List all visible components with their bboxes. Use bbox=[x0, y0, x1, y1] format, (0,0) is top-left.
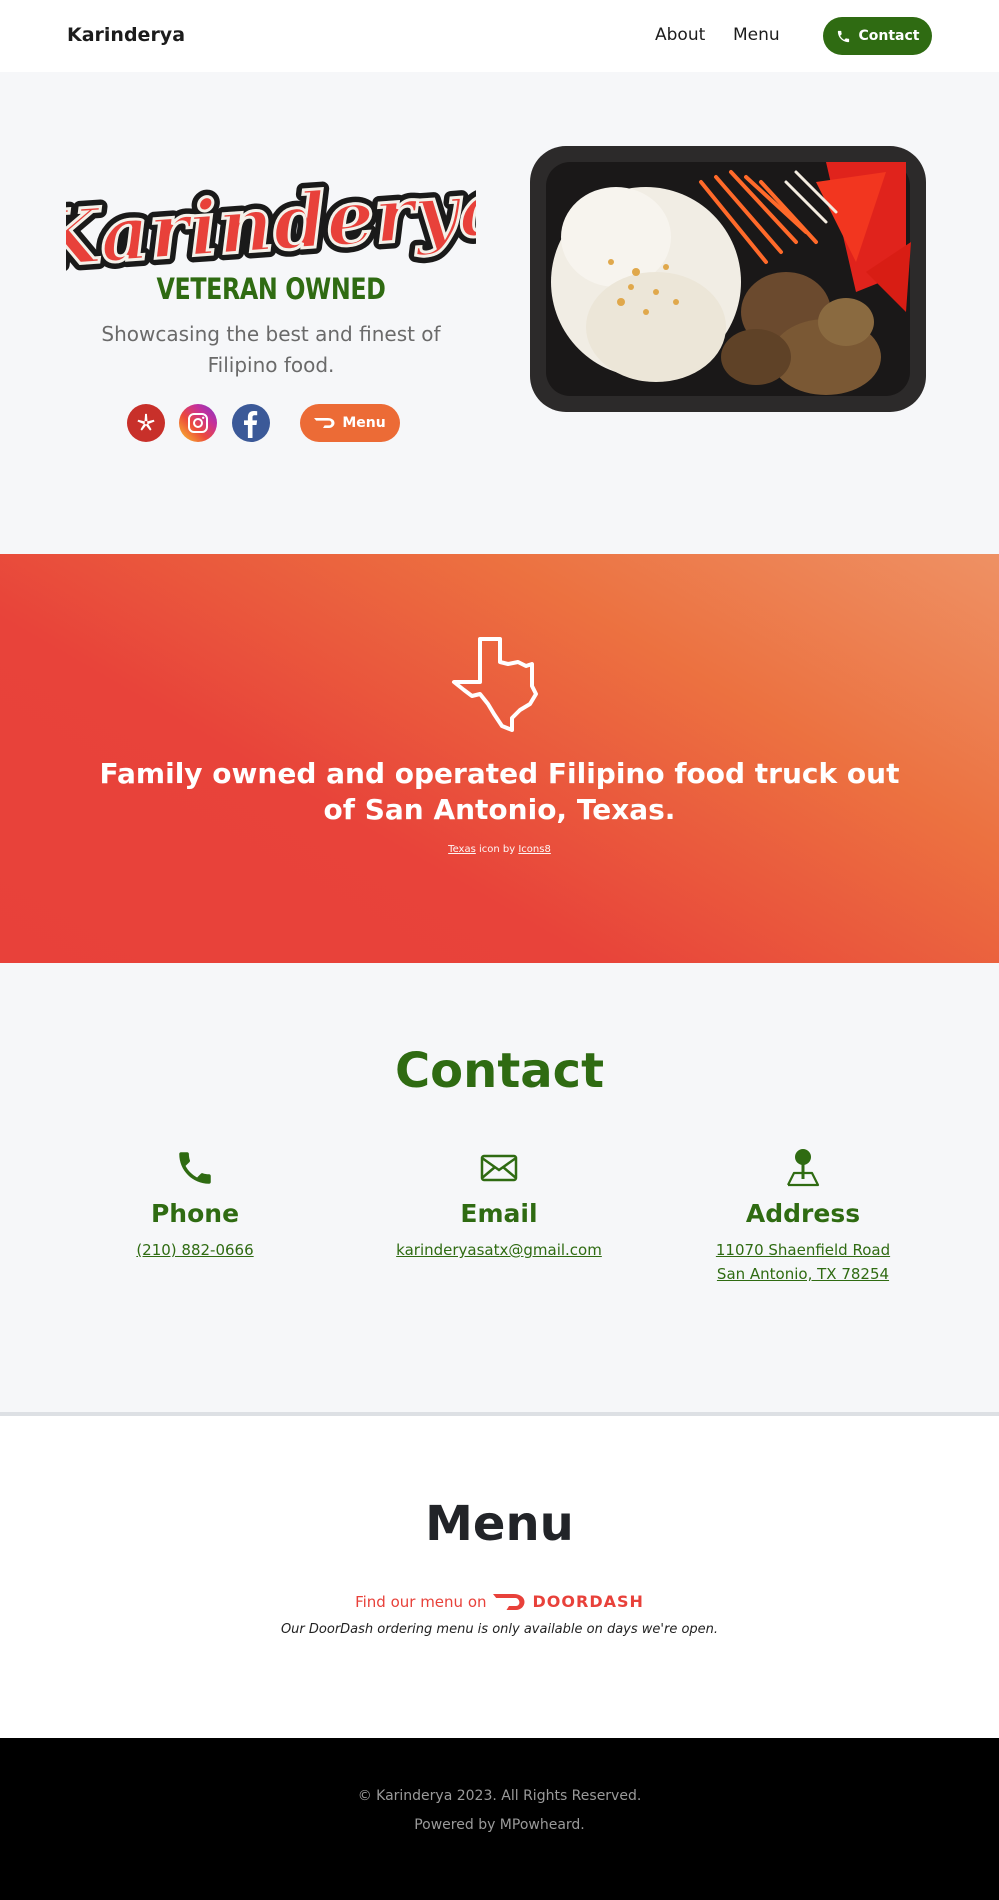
contact-address-column: Address 11070 Shaenfield Road San Antoni… bbox=[638, 1147, 968, 1286]
phone-icon bbox=[837, 30, 849, 42]
doordash-icon bbox=[314, 418, 335, 428]
hero-tagline: Showcasing the best and finest of Filipi… bbox=[101, 322, 441, 377]
menu-section: Menu Find our menu on DOORDASH Our DoorD… bbox=[0, 1416, 999, 1738]
find-menu-text: Find our menu on bbox=[355, 1592, 487, 1611]
address-line-1: 11070 Shaenfield Road bbox=[715, 1241, 891, 1259]
credit-text: icon by bbox=[475, 844, 519, 855]
yelp-burst-icon bbox=[137, 413, 155, 431]
envelope-icon bbox=[480, 1154, 518, 1182]
brand-name[interactable]: Karinderya bbox=[67, 24, 185, 46]
texas-icon bbox=[452, 637, 538, 732]
karinderya-logo: Karinderya Karinderya bbox=[66, 172, 476, 282]
hero-section: Karinderya Karinderya VETERAN OWNED Show… bbox=[0, 72, 999, 554]
footer: © Karinderya 2023. All Rights Reserved. … bbox=[0, 1738, 999, 1900]
instagram-camera-icon bbox=[188, 413, 208, 433]
instagram-icon[interactable] bbox=[179, 404, 217, 442]
icon-credit: Texas icon by Icons8 bbox=[0, 844, 999, 855]
yelp-icon[interactable] bbox=[127, 404, 165, 442]
svg-text:Karinderya: Karinderya bbox=[66, 172, 476, 282]
contact-title: Contact bbox=[394, 1043, 605, 1099]
address-line-2: San Antonio, TX 78254 bbox=[716, 1265, 890, 1283]
contact-phone-column: Phone (210) 882-0666 bbox=[30, 1147, 360, 1262]
banner-headline: Family owned and operated Filipino food … bbox=[99, 757, 900, 826]
facebook-icon[interactable] bbox=[232, 404, 270, 442]
nav-link-menu[interactable]: Menu bbox=[733, 25, 780, 45]
top-navbar: Karinderya About Menu Contact bbox=[0, 0, 999, 72]
phone-heading: Phone bbox=[150, 1199, 240, 1228]
phone-link[interactable]: (210) 882-0666 bbox=[30, 1238, 360, 1262]
about-banner: Family owned and operated Filipino food … bbox=[0, 554, 999, 963]
address-link[interactable]: 11070 Shaenfield Road San Antonio, TX 78… bbox=[638, 1238, 968, 1286]
facebook-f-icon bbox=[244, 411, 258, 438]
doordash-note: Our DoorDash ordering menu is only avail… bbox=[280, 1622, 719, 1637]
veteran-owned-label: VETERAN OWNED bbox=[156, 272, 386, 306]
doordash-menu-link[interactable]: Find our menu on DOORDASH bbox=[0, 1592, 999, 1611]
copyright-text: © Karinderya 2023. All Rights Reserved. bbox=[357, 1788, 642, 1804]
powered-by-text: Powered by MPowheard. bbox=[414, 1817, 585, 1833]
contact-section: Contact Phone (210) 882-0666 Email karin… bbox=[0, 963, 999, 1413]
email-heading: Email bbox=[460, 1199, 538, 1228]
map-pin-icon bbox=[787, 1149, 820, 1187]
contact-button-label: Contact bbox=[858, 28, 920, 44]
food-tray-photo bbox=[530, 146, 926, 412]
hero-menu-button-label: Menu bbox=[342, 415, 386, 431]
nav-link-about[interactable]: About bbox=[655, 25, 705, 45]
doordash-logo-icon bbox=[492, 1593, 525, 1610]
doordash-wordmark: DOORDASH bbox=[532, 1592, 644, 1611]
credit-link-icons8[interactable]: Icons8 bbox=[518, 844, 550, 855]
contact-button[interactable]: Contact bbox=[823, 17, 932, 55]
address-heading: Address bbox=[745, 1199, 861, 1228]
email-link[interactable]: karinderyasatx@gmail.com bbox=[334, 1238, 664, 1262]
phone-icon bbox=[179, 1152, 211, 1184]
credit-link-texas[interactable]: Texas bbox=[448, 844, 476, 855]
menu-title: Menu bbox=[425, 1496, 574, 1552]
hero-menu-button[interactable]: Menu bbox=[300, 404, 400, 442]
contact-email-column: Email karinderyasatx@gmail.com bbox=[334, 1147, 664, 1262]
